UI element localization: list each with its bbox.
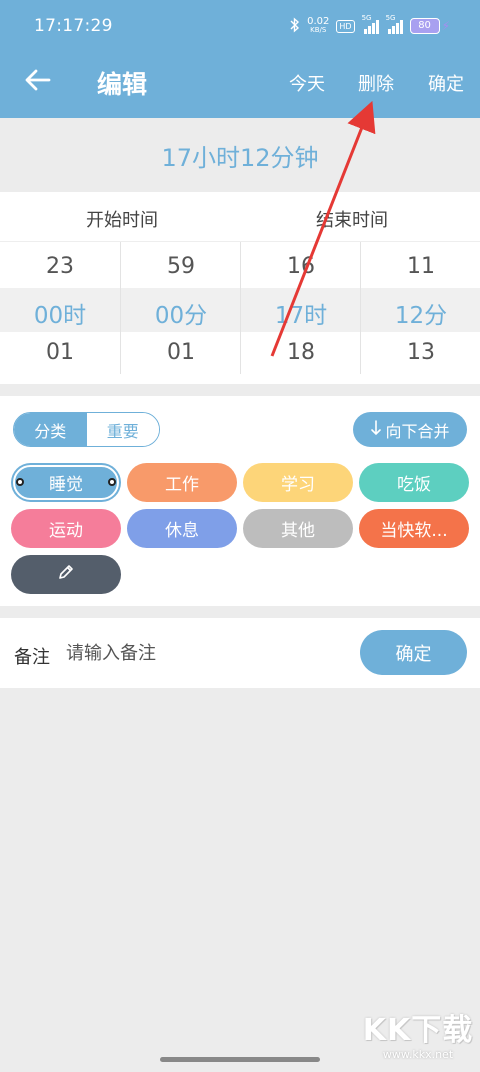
- category-chip-custom[interactable]: 当快软...: [359, 509, 469, 548]
- chip-label: 学习: [281, 475, 315, 495]
- category-chip-work[interactable]: 工作: [127, 463, 237, 502]
- watermark-url: www.kkx.net: [382, 1048, 454, 1061]
- chip-label: 工作: [165, 475, 199, 495]
- category-chip-sport[interactable]: 运动: [11, 509, 121, 548]
- chip-label: 吃饭: [397, 475, 431, 495]
- note-input[interactable]: [66, 638, 346, 668]
- bluetooth-icon: [290, 16, 300, 36]
- back-arrow-icon: [25, 69, 51, 95]
- note-label: 备注: [14, 647, 50, 668]
- wheel-prev-value: 59: [167, 254, 195, 279]
- edit-categories-button[interactable]: [11, 555, 121, 594]
- pencil-icon: [56, 562, 76, 587]
- drag-handle-right: [108, 478, 116, 486]
- wheel-prev-value: 11: [407, 254, 435, 279]
- hd-badge: HD: [336, 19, 355, 33]
- chip-label: 休息: [165, 521, 199, 541]
- merge-down-button[interactable]: 向下合并: [353, 412, 467, 447]
- signal-icon: 5G: [362, 14, 379, 34]
- toolbar: 编辑 今天 删除 确定: [0, 50, 480, 118]
- time-picker: 开始时间 结束时间 23 00时 01 59 00分 01 16 17时 18 …: [0, 192, 480, 384]
- signal-icon: 5G: [386, 14, 403, 34]
- confirm-button[interactable]: 确定: [428, 70, 464, 96]
- end-minute-wheel[interactable]: 11 12分 13: [360, 242, 480, 374]
- chip-label: 运动: [49, 521, 83, 541]
- status-time: 17:17:29: [34, 16, 113, 36]
- end-time-label: 结束时间: [316, 210, 388, 231]
- delete-button[interactable]: 删除: [358, 70, 394, 96]
- net-speed: 0.02 KB/S: [307, 16, 330, 35]
- watermark: KK下载 www.kkx.net: [362, 1014, 474, 1070]
- page-title: 编辑: [97, 70, 148, 99]
- header: 17:17:29 0.02 KB/S HD 5G 5G 80 ⚡ 编辑 今天 删…: [0, 0, 480, 118]
- drag-handle-left: [16, 478, 24, 486]
- start-time-label: 开始时间: [86, 210, 158, 231]
- category-chip-study[interactable]: 学习: [243, 463, 353, 502]
- wheel-current-value: 12分: [394, 303, 448, 329]
- wheel-next-value: 13: [407, 340, 435, 365]
- chip-label: 睡觉: [49, 475, 83, 495]
- tab-category[interactable]: 分类: [14, 413, 87, 446]
- wheel-current-value: 00分: [154, 303, 208, 329]
- wheel-current-value: 00时: [33, 303, 87, 329]
- category-chip-rest[interactable]: 休息: [127, 509, 237, 548]
- category-panel: 分类 重要 向下合并 睡觉 工作 学习 吃饭 运动 休息 其他 当快软...: [0, 396, 480, 606]
- status-icons: 0.02 KB/S HD 5G 5G 80 ⚡: [290, 14, 450, 38]
- wheel-prev-value: 16: [287, 254, 315, 279]
- charging-icon: ⚡: [441, 19, 450, 33]
- chip-label: 当快软...: [380, 521, 448, 541]
- home-indicator[interactable]: [160, 1057, 320, 1062]
- tab-important[interactable]: 重要: [86, 413, 159, 446]
- note-row: 备注 确定: [0, 618, 480, 688]
- back-button[interactable]: [20, 64, 56, 100]
- end-hour-wheel[interactable]: 16 17时 18: [240, 242, 360, 374]
- chip-label: 其他: [281, 521, 315, 541]
- wheel-next-value: 01: [46, 340, 74, 365]
- watermark-brand: KK下载: [362, 1013, 474, 1048]
- battery-icon: 80 ⚡: [409, 18, 450, 34]
- today-button[interactable]: 今天: [289, 70, 325, 96]
- merge-down-label: 向下合并: [385, 421, 450, 441]
- picker-header: 开始时间 结束时间: [0, 192, 480, 242]
- wheel-next-value: 01: [167, 340, 195, 365]
- start-hour-wheel[interactable]: 23 00时 01: [0, 242, 120, 374]
- battery-level: 80: [409, 18, 440, 34]
- category-chip-eat[interactable]: 吃饭: [359, 463, 469, 502]
- status-bar: 17:17:29 0.02 KB/S HD 5G 5G 80 ⚡: [0, 0, 480, 50]
- wheel-next-value: 18: [287, 340, 315, 365]
- category-chip-other[interactable]: 其他: [243, 509, 353, 548]
- category-tab-switch: 分类 重要: [13, 412, 160, 447]
- duration-display: 17小时12分钟: [161, 143, 319, 172]
- start-minute-wheel[interactable]: 59 00分 01: [120, 242, 240, 374]
- wheel-prev-value: 23: [46, 254, 74, 279]
- wheel-current-value: 17时: [274, 303, 328, 329]
- down-arrow-icon: [370, 419, 382, 440]
- category-chip-sleep[interactable]: 睡觉: [11, 463, 121, 502]
- note-confirm-button[interactable]: 确定: [360, 630, 467, 675]
